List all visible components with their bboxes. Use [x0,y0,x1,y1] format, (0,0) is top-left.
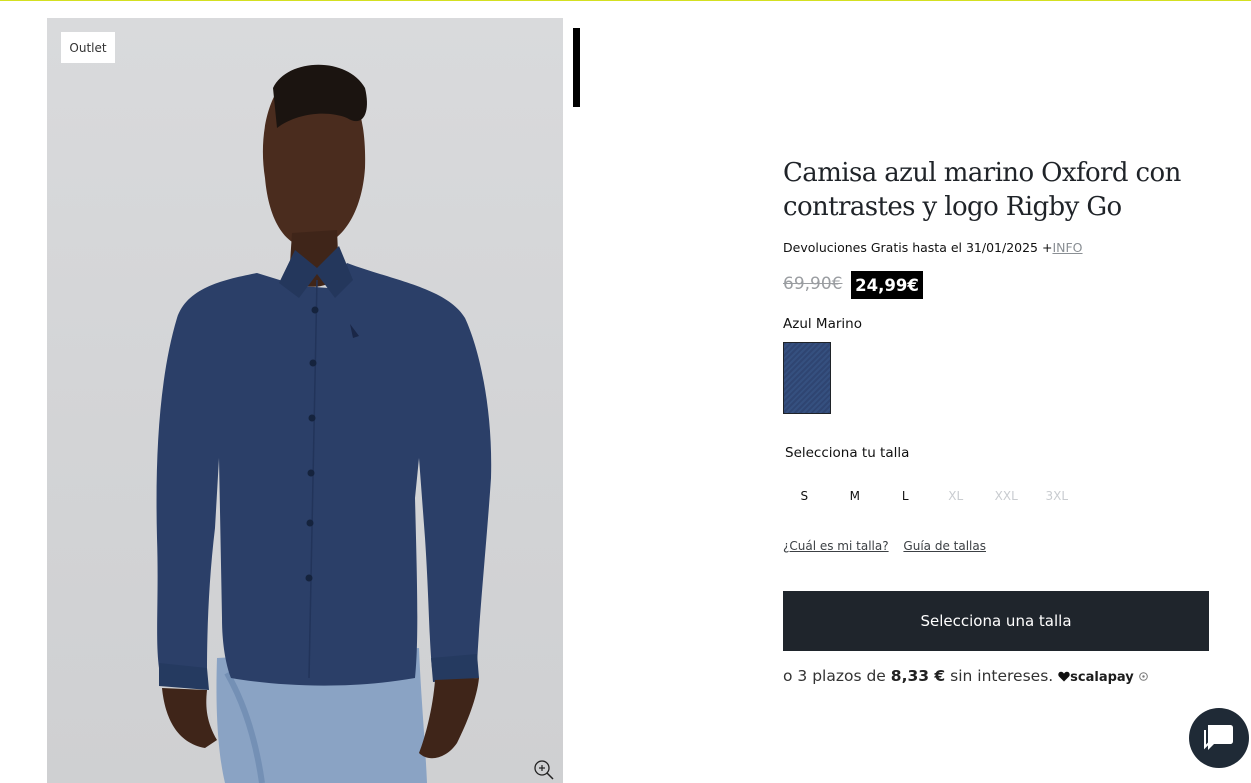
zoom-in-icon[interactable] [533,759,555,781]
color-name: Azul Marino [783,316,862,332]
which-size-link[interactable]: ¿Cuál es mi talla? [783,539,889,553]
top-accent-line [0,0,1251,1]
gallery-scrollbar[interactable] [573,28,580,107]
size-option-xl: XL [948,489,964,503]
size-option-s[interactable]: S [779,489,830,503]
size-guide-link[interactable]: Guía de tallas [903,539,986,553]
size-option-l[interactable]: L [880,489,931,503]
installments-suffix: sin intereses. [945,667,1054,685]
size-selector-title: Selecciona tu talla [785,445,910,461]
installment-amount: 8,33 € [890,667,946,685]
color-swatch-azul-marino[interactable] [783,342,831,414]
original-price: 69,90€ [783,274,843,294]
sale-price: 24,99€ [851,271,923,299]
size-option-m[interactable]: M [830,489,881,503]
product-title: Camisa azul marino Oxford con contrastes… [783,158,1181,222]
chat-button[interactable] [1189,708,1249,768]
size-option-3xl: 3XL [1045,489,1069,503]
info-icon[interactable] [1138,667,1148,685]
chat-icon [1204,725,1233,750]
size-selector: S M L XL XXL 3XL [779,489,1082,503]
returns-info: Devoluciones Gratis hasta el 31/01/2025 … [783,240,1083,255]
product-image[interactable]: Outlet [47,18,563,783]
installments-prefix: o 3 plazos de [783,667,891,685]
scroll-up-icon[interactable] [573,20,581,33]
size-option-xxl: XXL [994,489,1018,503]
returns-info-link[interactable]: INFO [1052,240,1082,255]
installments-info: o 3 plazos de 8,33 € sin intereses. scal… [783,667,1148,685]
scalapay-logo[interactable]: scalapay [1070,670,1134,685]
select-size-button[interactable]: Selecciona una talla [783,591,1209,651]
returns-text: Devoluciones Gratis hasta el 31/01/2025 … [783,240,1053,255]
model-illustration [156,64,492,783]
size-help-links: ¿Cuál es mi talla? Guía de tallas [783,539,997,553]
heart-icon [1058,667,1070,685]
outlet-badge: Outlet [61,32,115,63]
